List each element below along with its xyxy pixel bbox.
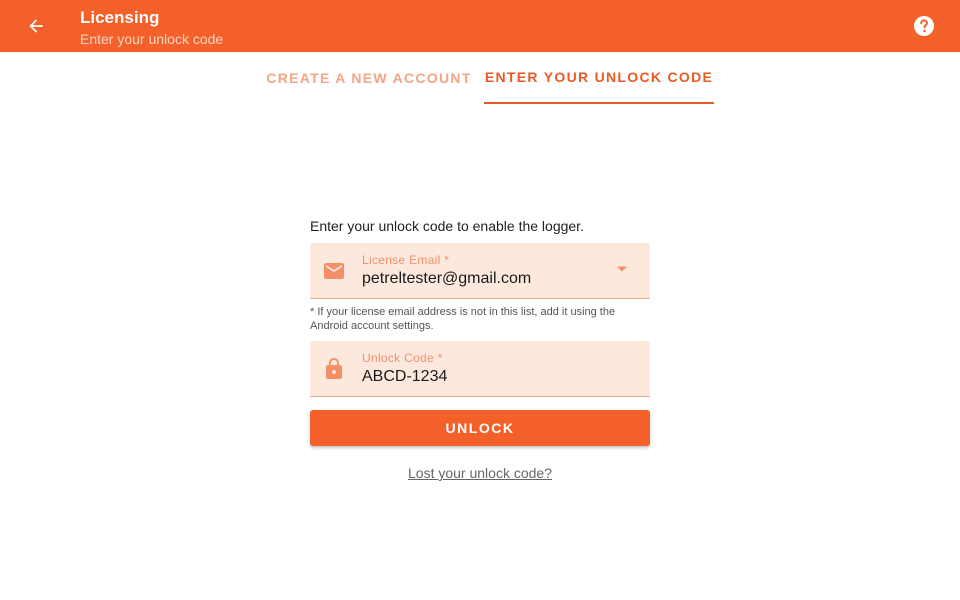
lock-icon	[326, 358, 342, 379]
back-button[interactable]	[22, 12, 50, 40]
page-subtitle: Enter your unlock code	[80, 31, 224, 47]
unlock-button[interactable]: UNLOCK	[310, 410, 650, 446]
help-circle-icon	[914, 16, 934, 36]
license-email-select[interactable]: License Email * petreltester@gmail.com	[310, 243, 650, 299]
tab-enter-unlock-code[interactable]: ENTER YOUR UNLOCK CODE	[484, 52, 714, 104]
unlock-code-label: Unlock Code *	[362, 351, 443, 365]
unlock-code-input[interactable]: Unlock Code * ABCD-1234	[310, 341, 650, 397]
form-intro-text: Enter your unlock code to enable the log…	[310, 218, 584, 234]
app-bar: Licensing Enter your unlock code	[0, 0, 960, 52]
license-email-value: petreltester@gmail.com	[362, 270, 532, 287]
lost-unlock-code-link[interactable]: Lost your unlock code?	[310, 465, 650, 481]
page-title: Licensing	[80, 8, 160, 27]
email-hint-text: * If your license email address is not i…	[310, 306, 616, 332]
tab-create-account[interactable]: CREATE A NEW ACCOUNT	[262, 52, 476, 104]
arrow-left-icon	[29, 19, 43, 33]
help-button[interactable]	[912, 14, 936, 38]
email-icon	[324, 263, 344, 279]
unlock-code-value: ABCD-1234	[362, 368, 448, 385]
license-email-label: License Email *	[362, 253, 450, 267]
chevron-down-icon	[617, 266, 627, 272]
